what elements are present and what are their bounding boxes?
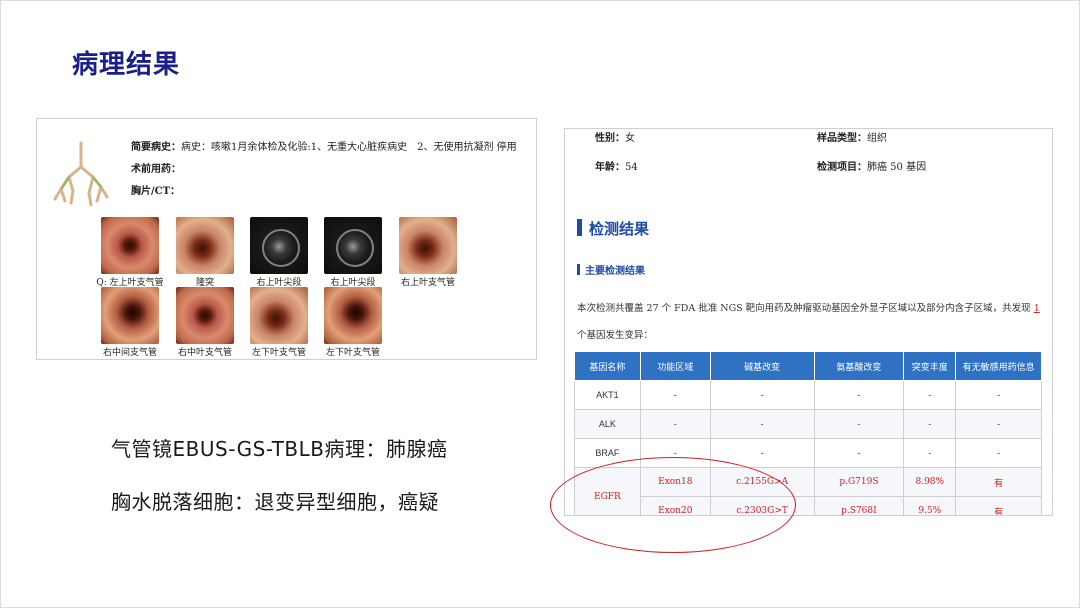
col-header: 基因名称 [574, 351, 641, 381]
table-cell: - [813, 380, 905, 410]
bronchoscopy-image [324, 217, 382, 274]
sex-label: 性别： [595, 133, 625, 144]
table-cell: - [903, 409, 957, 439]
history-label: 简要病史： [131, 142, 181, 153]
table-cell: - [955, 409, 1042, 439]
sample-type-field: 样品类型：组织 [817, 129, 887, 144]
chest-line: 胸片/CT： [131, 182, 180, 197]
bronchial-tree-icon [53, 141, 109, 207]
table-cell: ALK [574, 409, 641, 439]
col-header: 突变丰度 [903, 351, 957, 381]
caption-bronchoscopy: 气管镜EBUS-GS-TBLB病理：肺腺癌 [111, 437, 448, 461]
bronchoscopy-report-panel: 简要病史：病史：咳嗽1月余体检及化验:1、无重大心脏疾病史 2、无使用抗凝剂 停… [36, 118, 537, 360]
age-label: 年龄： [595, 162, 625, 173]
col-header: 功能区域 [639, 351, 711, 381]
bronchoscopy-image [250, 217, 308, 274]
test-item-field: 检测项目：肺癌 50 基因 [817, 158, 926, 173]
col-header: 有无敏感用药信息 [955, 351, 1042, 381]
table-cell: - [903, 380, 957, 410]
history-line: 简要病史：病史：咳嗽1月余体检及化验:1、无重大心脏疾病史 2、无使用抗凝剂 停… [131, 138, 517, 153]
test-item-label: 检测项目： [817, 162, 867, 173]
bronchoscopy-image [176, 217, 234, 274]
col-header: 氨基酸改变 [813, 351, 905, 381]
egfr-highlight-circle [550, 457, 796, 553]
summary-pre: 本次检测共覆盖 27 个 FDA 批准 NGS 靶向用药及肿瘤驱动基因全外显子区… [577, 303, 1031, 314]
table-cell: - [813, 438, 905, 468]
table-cell: 有 [955, 467, 1042, 497]
page-title: 病理结果 [72, 50, 181, 80]
section-title: 检测结果 [589, 220, 650, 238]
summary-count: 1 [1033, 303, 1040, 314]
bronchoscopy-image [399, 217, 457, 274]
table-cell: - [955, 438, 1042, 468]
table-cell: 8.98% [903, 467, 957, 497]
bronchoscopy-image-label: 左下叶支气管 [325, 348, 380, 358]
ngs-report-panel: 性别：女 样品类型：组织 年龄：54 检测项目：肺癌 50 基因 检测结果 主要… [564, 128, 1053, 516]
table-cell: - [955, 380, 1042, 410]
history-text: 病史：咳嗽1月余体检及化验:1、无重大心脏疾病史 2、无使用抗凝剂 停用 [181, 142, 517, 153]
table-row: AKT1 - - - - - [574, 380, 1042, 410]
bronchoscopy-image [176, 287, 234, 344]
table-cell: - [639, 409, 711, 439]
pre-op-line: 术前用药： [131, 160, 181, 175]
sample-type-label: 样品类型： [817, 133, 867, 144]
caption-pleural-fluid: 胸水脱落细胞：退变异型细胞，癌疑 [111, 490, 439, 514]
age-value: 54 [625, 162, 638, 173]
pre-op-label: 术前用药： [131, 164, 181, 175]
table-cell: - [813, 409, 905, 439]
table-cell: AKT1 [574, 380, 641, 410]
table-cell: 有 [955, 496, 1042, 515]
section-marker [577, 219, 582, 236]
sex-field: 性别：女 [595, 129, 635, 144]
bronchoscopy-image [324, 287, 382, 344]
sex-value: 女 [625, 133, 635, 144]
bronchoscopy-image-label: 右上叶支气管 [400, 278, 455, 288]
chest-label: 胸片/CT： [131, 186, 181, 197]
table-cell: - [639, 380, 711, 410]
age-field: 年龄：54 [595, 158, 638, 173]
bronchoscopy-image [101, 287, 159, 344]
summary-post: 个基因发生变异： [577, 330, 654, 341]
summary-text: 本次检测共覆盖 27 个 FDA 批准 NGS 靶向用药及肿瘤驱动基因全外显子区… [577, 295, 1047, 349]
subsection-title: 主要检测结果 [585, 266, 645, 277]
table-cell: p.S768I [813, 496, 905, 515]
bronchoscopy-image [101, 217, 159, 274]
table-cell: - [709, 409, 815, 439]
test-item-value: 肺癌 50 基因 [867, 162, 927, 173]
bronchoscopy-image [250, 287, 308, 344]
table-row: ALK - - - - - [574, 409, 1042, 439]
table-cell: p.G719S [813, 467, 905, 497]
table-header-row: 基因名称 功能区域 碱基改变 氨基酸改变 突变丰度 有无敏感用药信息 [574, 351, 1042, 381]
table-cell: 9.5% [903, 496, 957, 515]
sample-type-value: 组织 [867, 133, 887, 144]
col-header: 碱基改变 [709, 351, 815, 381]
subsection-marker [577, 264, 580, 275]
table-cell: - [709, 380, 815, 410]
table-cell: - [903, 438, 957, 468]
